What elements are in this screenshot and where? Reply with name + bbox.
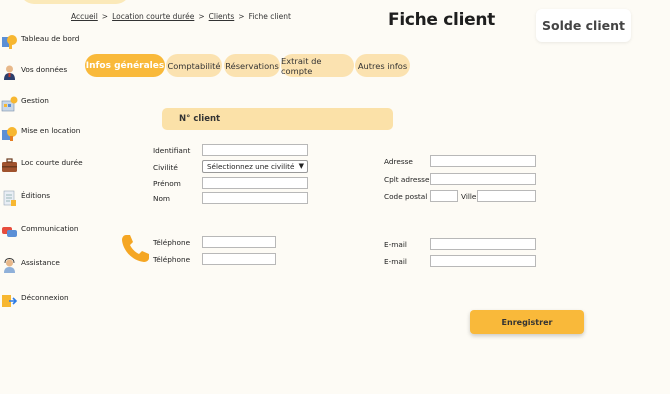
chevron-down-icon: ▼ — [298, 162, 304, 170]
civilite-select[interactable]: Sélectionnez une civilité ▼ — [202, 160, 308, 173]
breadcrumb-home-link[interactable]: Accueil — [71, 12, 98, 21]
breadcrumb: Accueil > Location courte durée > Clients > Fi… — [71, 12, 291, 21]
sidebar-item-vos-donnees[interactable]: Vos données — [0, 61, 67, 83]
dashboard-icon — [1, 33, 18, 50]
sidebar-item-label: Gestion — [21, 95, 49, 105]
sidebar-item-loc-courte-duree[interactable]: Loc courte durée — [0, 154, 83, 176]
prenom-label: Prénom — [153, 179, 181, 188]
email-label: E-mail — [384, 240, 407, 249]
sidebar-item-label: Loc courte durée — [21, 157, 83, 167]
adresse-label: Adresse — [384, 157, 413, 166]
sidebar-item-label: Déconnexion — [21, 292, 69, 302]
sidebar-item-label: Tableau de bord — [21, 33, 80, 43]
ville-label: Ville — [461, 192, 477, 201]
logout-icon — [1, 292, 18, 309]
code-postal-label: Code postal — [384, 192, 428, 201]
breadcrumb-separator: > — [101, 12, 109, 21]
sidebar-item-label: Communication — [21, 223, 79, 233]
tab-comptabilite[interactable]: Comptabilité — [166, 54, 222, 77]
breadcrumb-separator: > — [238, 12, 245, 21]
phone-icon — [120, 232, 152, 264]
tab-extrait-de-compte[interactable]: Extrait de compte — [281, 54, 354, 77]
tab-reservations[interactable]: Réservations — [224, 54, 280, 77]
sidebar-item-mise-en-location[interactable]: Mise en location — [0, 122, 80, 144]
sidebar-item-deconnexion[interactable]: Déconnexion — [0, 289, 69, 311]
cplt-adresse-field[interactable] — [430, 173, 536, 185]
rental-icon — [1, 125, 18, 142]
page-title: Fiche client — [388, 10, 495, 30]
client-number-header: N° client — [162, 108, 393, 130]
solde-client-button[interactable]: Solde client — [536, 9, 631, 42]
sidebar-item-dashboard[interactable]: Tableau de bord — [0, 30, 79, 52]
sidebar-item-communication[interactable]: Communication — [0, 220, 79, 242]
document-icon — [1, 190, 18, 207]
email-field[interactable] — [430, 238, 536, 250]
sidebar-item-label: Éditions — [21, 190, 51, 200]
email-label: E-mail — [384, 257, 407, 266]
breadcrumb-current: Fiche client — [248, 12, 291, 21]
civilite-label: Civilité — [153, 163, 178, 172]
cplt-adresse-label: Cplt adresse — [384, 175, 430, 184]
sidebar-item-gestion[interactable]: Gestion — [0, 92, 49, 114]
sidebar-item-editions[interactable]: Éditions — [0, 187, 50, 209]
save-button[interactable]: Enregistrer — [470, 310, 584, 334]
code-postal-field[interactable] — [430, 190, 458, 202]
prenom-field[interactable] — [202, 177, 308, 189]
management-icon — [1, 95, 18, 112]
support-icon — [1, 257, 18, 274]
chat-icon — [1, 223, 18, 240]
user-icon — [1, 64, 18, 81]
breadcrumb-separator: > — [198, 12, 205, 21]
telephone-field[interactable] — [202, 253, 276, 265]
sidebar-item-label: Vos données — [21, 64, 68, 74]
ville-field[interactable] — [477, 190, 536, 202]
nom-label: Nom — [153, 194, 171, 203]
breadcrumb-section-link[interactable]: Location courte durée — [112, 12, 194, 21]
email-field[interactable] — [430, 255, 536, 267]
telephone-field[interactable] — [202, 236, 276, 248]
tab-infos-generales[interactable]: Infos générales — [85, 54, 165, 77]
telephone-label: Téléphone — [153, 238, 191, 247]
telephone-label: Téléphone — [153, 255, 191, 264]
tab-autres-infos[interactable]: Autres infos — [355, 54, 410, 77]
identifiant-field[interactable] — [202, 144, 308, 156]
sidebar-item-label: Assistance — [21, 257, 60, 267]
suitcase-icon — [1, 157, 18, 174]
identifiant-label: Identifiant — [153, 146, 191, 155]
breadcrumb-clients-link[interactable]: Clients — [209, 12, 235, 21]
top-decoration — [20, 0, 130, 4]
sidebar-item-label: Mise en location — [21, 125, 81, 135]
adresse-field[interactable] — [430, 155, 536, 167]
nom-field[interactable] — [202, 192, 308, 204]
sidebar-item-assistance[interactable]: Assistance — [0, 254, 60, 276]
civilite-selected-value: Sélectionnez une civilité — [207, 162, 295, 171]
